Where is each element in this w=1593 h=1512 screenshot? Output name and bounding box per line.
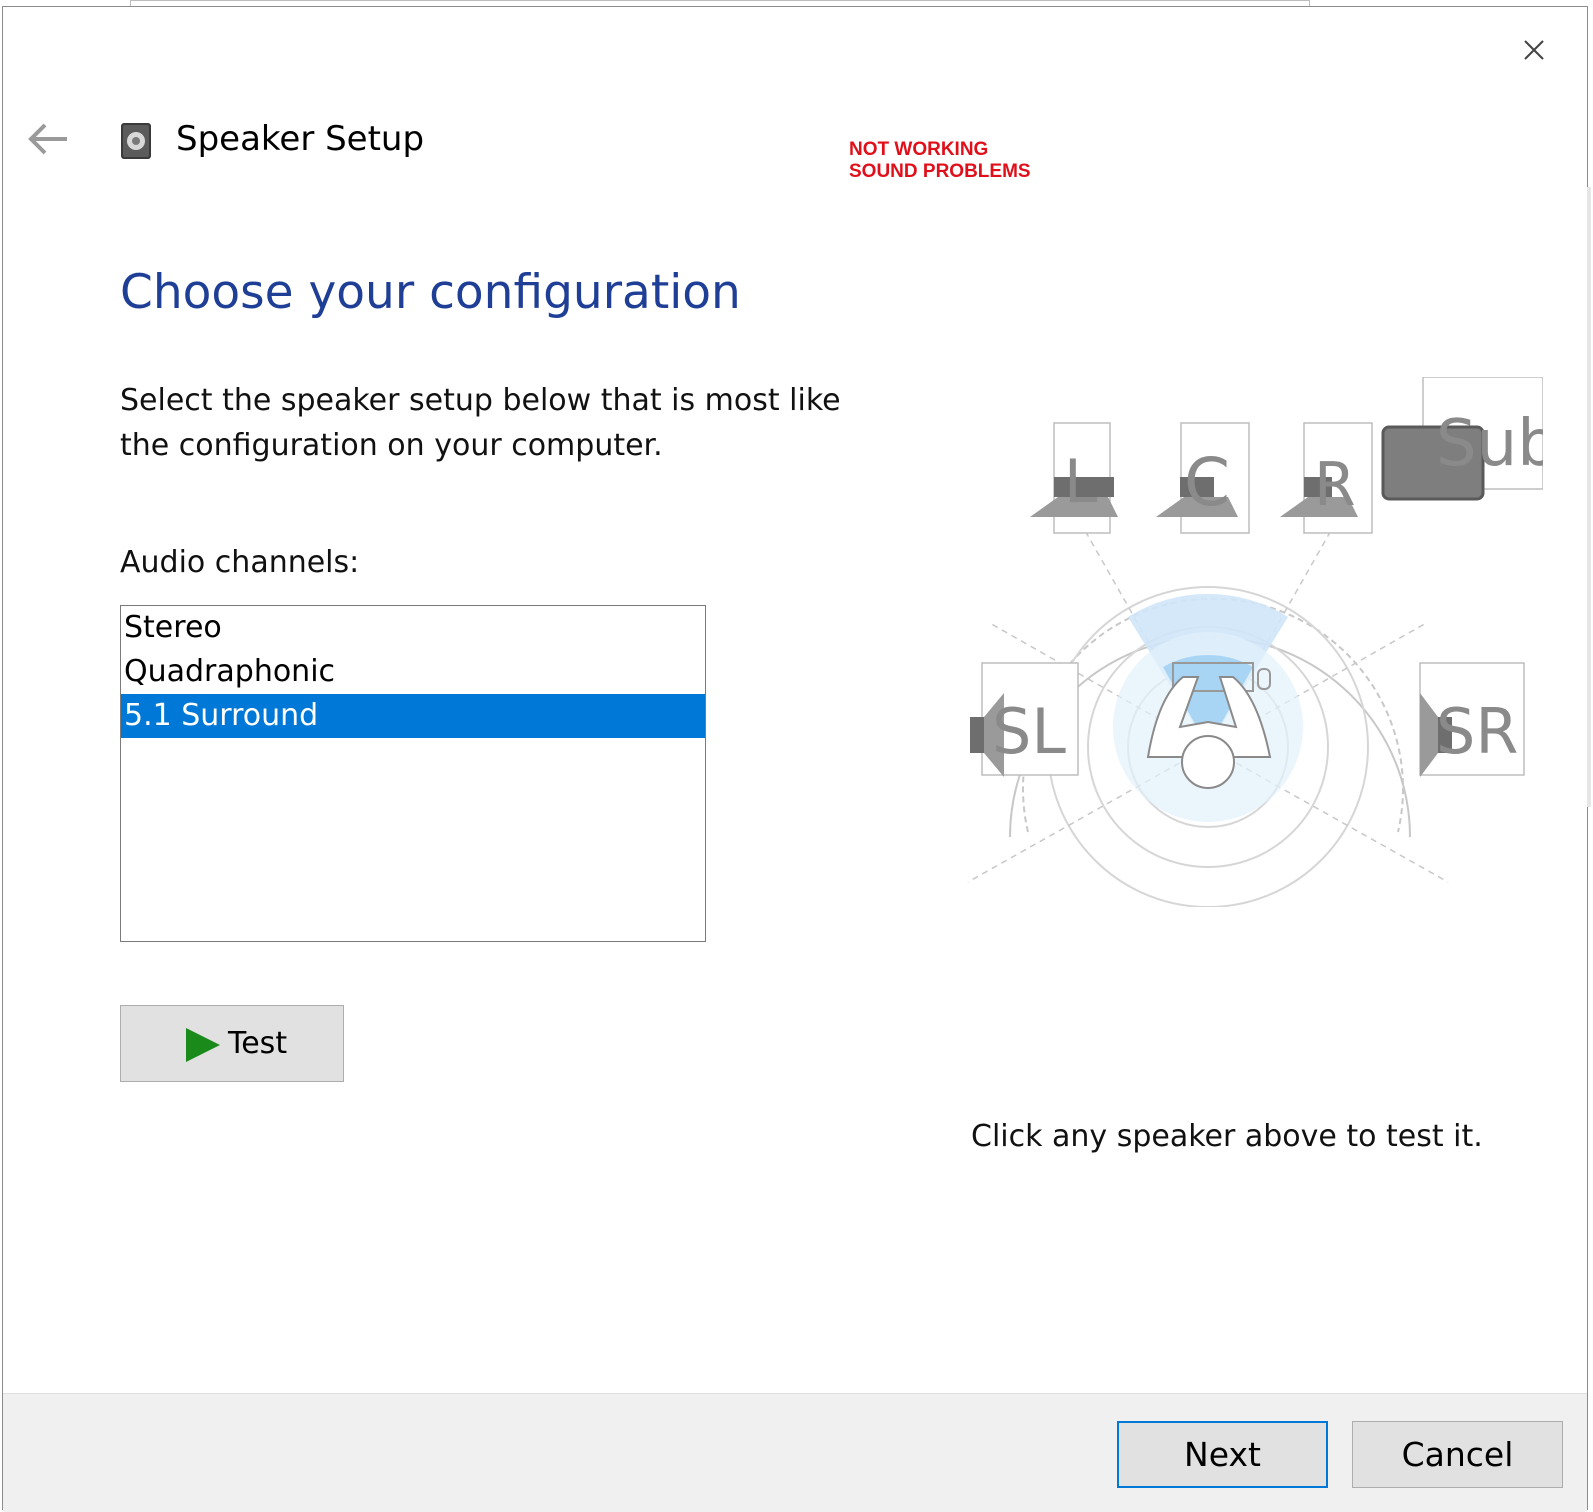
- speaker-label-l: L: [1064, 447, 1098, 517]
- right-edge: [1587, 187, 1591, 807]
- channel-option-quadraphonic[interactable]: Quadraphonic: [121, 650, 705, 694]
- speaker-label-c: C: [1184, 444, 1230, 521]
- speaker-label-r: R: [1314, 450, 1356, 520]
- test-hint: Click any speaker above to test it.: [971, 1119, 1483, 1154]
- close-button[interactable]: [1519, 35, 1549, 65]
- speaker-label-sub: Sub: [1436, 407, 1543, 481]
- speaker-app-icon: [117, 119, 157, 163]
- back-arrow-icon: [28, 123, 67, 155]
- speaker-setup-dialog: Speaker Setup NOT WORKING SOUND PROBLEMS…: [2, 6, 1591, 1512]
- dialog-title: Speaker Setup: [176, 119, 425, 159]
- speaker-surround-left[interactable]: SL: [970, 662, 1079, 777]
- cancel-button[interactable]: Cancel: [1352, 1421, 1563, 1488]
- speaker-center[interactable]: C: [1156, 422, 1250, 534]
- back-button[interactable]: [25, 117, 73, 161]
- speaker-subwoofer[interactable]: Sub: [1381, 377, 1543, 501]
- overlay-line-1: NOT WORKING: [849, 139, 989, 160]
- channel-option-stereo[interactable]: Stereo: [121, 606, 705, 650]
- audio-channels-listbox[interactable]: Stereo Quadraphonic 5.1 Surround: [120, 605, 706, 942]
- next-button[interactable]: Next: [1117, 1421, 1328, 1488]
- dialog-footer: Next Cancel: [3, 1393, 1587, 1512]
- speaker-label-sl: SL: [992, 695, 1066, 768]
- page-heading: Choose your configuration: [120, 265, 741, 320]
- close-icon: [1524, 40, 1544, 60]
- speaker-diagram: L C R Sub SL SR: [967, 377, 1543, 907]
- test-button-label: Test: [228, 1026, 288, 1061]
- speaker-label-sr: SR: [1436, 695, 1518, 768]
- speaker-right[interactable]: R: [1280, 422, 1373, 534]
- speaker-left[interactable]: L: [1030, 422, 1118, 534]
- test-button[interactable]: Test: [120, 1005, 344, 1082]
- channel-option-5-1-surround[interactable]: 5.1 Surround: [121, 694, 705, 738]
- speaker-surround-right[interactable]: SR: [1419, 662, 1525, 777]
- audio-channels-label: Audio channels:: [120, 545, 360, 580]
- play-icon: [186, 1028, 220, 1062]
- overlay-caption: NOT WORKING SOUND PROBLEMS: [849, 139, 1031, 183]
- page-description: Select the speaker setup below that is m…: [120, 383, 841, 463]
- overlay-line-2: SOUND PROBLEMS: [849, 161, 1031, 182]
